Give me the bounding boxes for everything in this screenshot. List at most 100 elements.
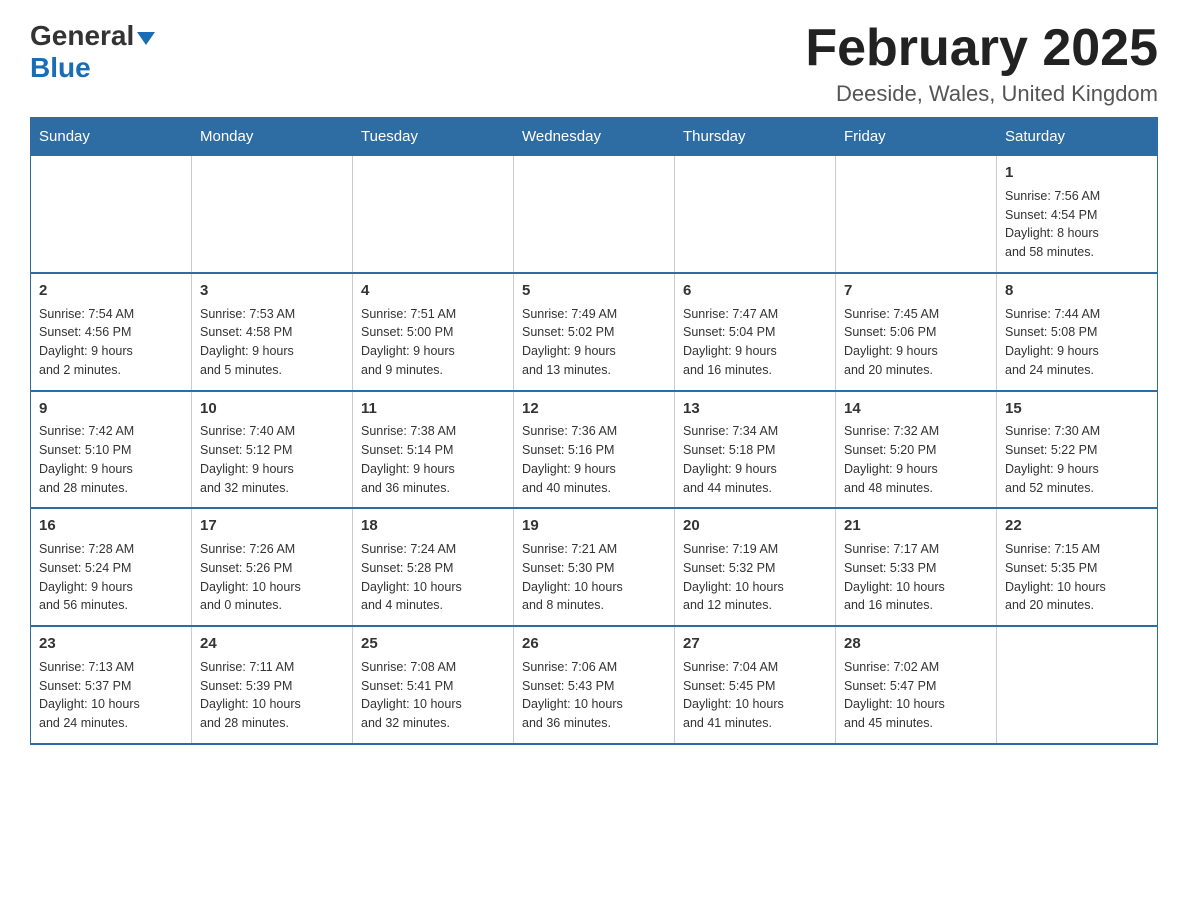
day-number: 24 [200, 633, 344, 655]
day-number: 25 [361, 633, 505, 655]
day-number: 4 [361, 280, 505, 302]
day-info: Sunrise: 7:54 AMSunset: 4:56 PMDaylight:… [39, 305, 183, 380]
calendar-cell: 11Sunrise: 7:38 AMSunset: 5:14 PMDayligh… [353, 391, 514, 509]
calendar-cell: 7 Sunrise: 7:45 AMSunset: 5:06 PMDaylight… [836, 273, 997, 391]
day-number: 13 [683, 398, 827, 420]
logo: General Blue [30, 20, 155, 84]
day-number: 9 [39, 398, 183, 420]
calendar-cell: 24 Sunrise: 7:11 AMSunset: 5:39 PMDayligh… [192, 626, 353, 744]
day-info: Sunrise: 7:42 AMSunset: 5:10 PMDaylight:… [39, 422, 183, 497]
day-number: 20 [683, 515, 827, 537]
day-number: 22 [1005, 515, 1149, 537]
day-info: Sunrise: 7:53 AMSunset: 4:58 PMDaylight:… [200, 305, 344, 380]
weekday-header-saturday: Saturday [997, 118, 1158, 156]
day-info: Sunrise: 7:49 AMSunset: 5:02 PMDaylight:… [522, 305, 666, 380]
title-block: February 2025 Deeside, Wales, United Kin… [805, 20, 1158, 107]
day-info: Sunrise: 7:02 AMSunset: 5:47 PMDaylight:… [844, 658, 988, 733]
day-info: Sunrise: 7:21 AMSunset: 5:30 PMDaylight:… [522, 540, 666, 615]
calendar-cell: 19 Sunrise: 7:21 AMSunset: 5:30 PMDayligh… [514, 508, 675, 626]
day-info: Sunrise: 7:30 AMSunset: 5:22 PMDaylight:… [1005, 422, 1149, 497]
day-info: Sunrise: 7:26 AMSunset: 5:26 PMDaylight:… [200, 540, 344, 615]
calendar-header: SundayMondayTuesdayWednesdayThursdayFrid… [31, 118, 1158, 156]
calendar-cell: 18Sunrise: 7:24 AMSunset: 5:28 PMDayligh… [353, 508, 514, 626]
month-title: February 2025 [805, 20, 1158, 77]
day-number: 27 [683, 633, 827, 655]
day-info: Sunrise: 7:19 AMSunset: 5:32 PMDaylight:… [683, 540, 827, 615]
location: Deeside, Wales, United Kingdom [805, 81, 1158, 107]
day-info: Sunrise: 7:28 AMSunset: 5:24 PMDaylight:… [39, 540, 183, 615]
calendar-cell: 8 Sunrise: 7:44 AMSunset: 5:08 PMDaylight… [997, 273, 1158, 391]
calendar-table: SundayMondayTuesdayWednesdayThursdayFrid… [30, 117, 1158, 745]
calendar-cell: 17 Sunrise: 7:26 AMSunset: 5:26 PMDayligh… [192, 508, 353, 626]
calendar-cell: 13Sunrise: 7:34 AMSunset: 5:18 PMDayligh… [675, 391, 836, 509]
day-number: 26 [522, 633, 666, 655]
day-info: Sunrise: 7:17 AMSunset: 5:33 PMDaylight:… [844, 540, 988, 615]
day-number: 15 [1005, 398, 1149, 420]
day-number: 2 [39, 280, 183, 302]
day-number: 16 [39, 515, 183, 537]
day-number: 12 [522, 398, 666, 420]
calendar-cell: 26Sunrise: 7:06 AMSunset: 5:43 PMDayligh… [514, 626, 675, 744]
calendar-week-3: 9Sunrise: 7:42 AMSunset: 5:10 PMDaylight… [31, 391, 1158, 509]
day-number: 19 [522, 515, 666, 537]
weekday-header-sunday: Sunday [31, 118, 192, 156]
day-number: 6 [683, 280, 827, 302]
calendar-cell [192, 156, 353, 273]
day-number: 7 [844, 280, 988, 302]
day-info: Sunrise: 7:24 AMSunset: 5:28 PMDaylight:… [361, 540, 505, 615]
day-info: Sunrise: 7:13 AMSunset: 5:37 PMDaylight:… [39, 658, 183, 733]
calendar-week-1: 1 Sunrise: 7:56 AMSunset: 4:54 PMDaylight… [31, 156, 1158, 273]
calendar-cell: 3Sunrise: 7:53 AMSunset: 4:58 PMDaylight… [192, 273, 353, 391]
day-info: Sunrise: 7:36 AMSunset: 5:16 PMDaylight:… [522, 422, 666, 497]
calendar-cell: 5 Sunrise: 7:49 AMSunset: 5:02 PMDaylight… [514, 273, 675, 391]
calendar-cell: 4 Sunrise: 7:51 AMSunset: 5:00 PMDaylight… [353, 273, 514, 391]
day-info: Sunrise: 7:38 AMSunset: 5:14 PMDaylight:… [361, 422, 505, 497]
logo-blue: Blue [30, 52, 91, 84]
day-info: Sunrise: 7:56 AMSunset: 4:54 PMDaylight:… [1005, 187, 1149, 262]
day-info: Sunrise: 7:47 AMSunset: 5:04 PMDaylight:… [683, 305, 827, 380]
calendar-week-2: 2 Sunrise: 7:54 AMSunset: 4:56 PMDaylight… [31, 273, 1158, 391]
calendar-cell: 6 Sunrise: 7:47 AMSunset: 5:04 PMDaylight… [675, 273, 836, 391]
calendar-cell: 9Sunrise: 7:42 AMSunset: 5:10 PMDaylight… [31, 391, 192, 509]
calendar-cell: 15Sunrise: 7:30 AMSunset: 5:22 PMDayligh… [997, 391, 1158, 509]
logo-triangle-icon [137, 32, 155, 45]
page-header: General Blue February 2025 Deeside, Wale… [30, 20, 1158, 107]
day-info: Sunrise: 7:44 AMSunset: 5:08 PMDaylight:… [1005, 305, 1149, 380]
calendar-cell: 27 Sunrise: 7:04 AMSunset: 5:45 PMDayligh… [675, 626, 836, 744]
day-number: 14 [844, 398, 988, 420]
weekday-header-wednesday: Wednesday [514, 118, 675, 156]
calendar-cell [997, 626, 1158, 744]
calendar-cell [353, 156, 514, 273]
day-info: Sunrise: 7:51 AMSunset: 5:00 PMDaylight:… [361, 305, 505, 380]
calendar-cell: 21Sunrise: 7:17 AMSunset: 5:33 PMDayligh… [836, 508, 997, 626]
day-number: 11 [361, 398, 505, 420]
day-number: 23 [39, 633, 183, 655]
weekday-header-friday: Friday [836, 118, 997, 156]
day-number: 28 [844, 633, 988, 655]
calendar-cell [31, 156, 192, 273]
calendar-cell: 20 Sunrise: 7:19 AMSunset: 5:32 PMDayligh… [675, 508, 836, 626]
day-info: Sunrise: 7:04 AMSunset: 5:45 PMDaylight:… [683, 658, 827, 733]
day-info: Sunrise: 7:32 AMSunset: 5:20 PMDaylight:… [844, 422, 988, 497]
calendar-cell: 23 Sunrise: 7:13 AMSunset: 5:37 PMDayligh… [31, 626, 192, 744]
calendar-body: 1 Sunrise: 7:56 AMSunset: 4:54 PMDaylight… [31, 156, 1158, 744]
logo-general: General [30, 20, 134, 52]
day-number: 10 [200, 398, 344, 420]
weekday-header-monday: Monday [192, 118, 353, 156]
calendar-cell: 25Sunrise: 7:08 AMSunset: 5:41 PMDayligh… [353, 626, 514, 744]
day-number: 8 [1005, 280, 1149, 302]
calendar-cell: 12Sunrise: 7:36 AMSunset: 5:16 PMDayligh… [514, 391, 675, 509]
day-number: 5 [522, 280, 666, 302]
weekday-header-tuesday: Tuesday [353, 118, 514, 156]
calendar-cell: 28 Sunrise: 7:02 AMSunset: 5:47 PMDayligh… [836, 626, 997, 744]
day-number: 1 [1005, 162, 1149, 184]
calendar-cell: 10Sunrise: 7:40 AMSunset: 5:12 PMDayligh… [192, 391, 353, 509]
calendar-week-4: 16 Sunrise: 7:28 AMSunset: 5:24 PMDayligh… [31, 508, 1158, 626]
weekday-header-thursday: Thursday [675, 118, 836, 156]
calendar-week-5: 23 Sunrise: 7:13 AMSunset: 5:37 PMDayligh… [31, 626, 1158, 744]
calendar-cell [675, 156, 836, 273]
day-info: Sunrise: 7:45 AMSunset: 5:06 PMDaylight:… [844, 305, 988, 380]
day-number: 17 [200, 515, 344, 537]
day-info: Sunrise: 7:11 AMSunset: 5:39 PMDaylight:… [200, 658, 344, 733]
day-info: Sunrise: 7:15 AMSunset: 5:35 PMDaylight:… [1005, 540, 1149, 615]
